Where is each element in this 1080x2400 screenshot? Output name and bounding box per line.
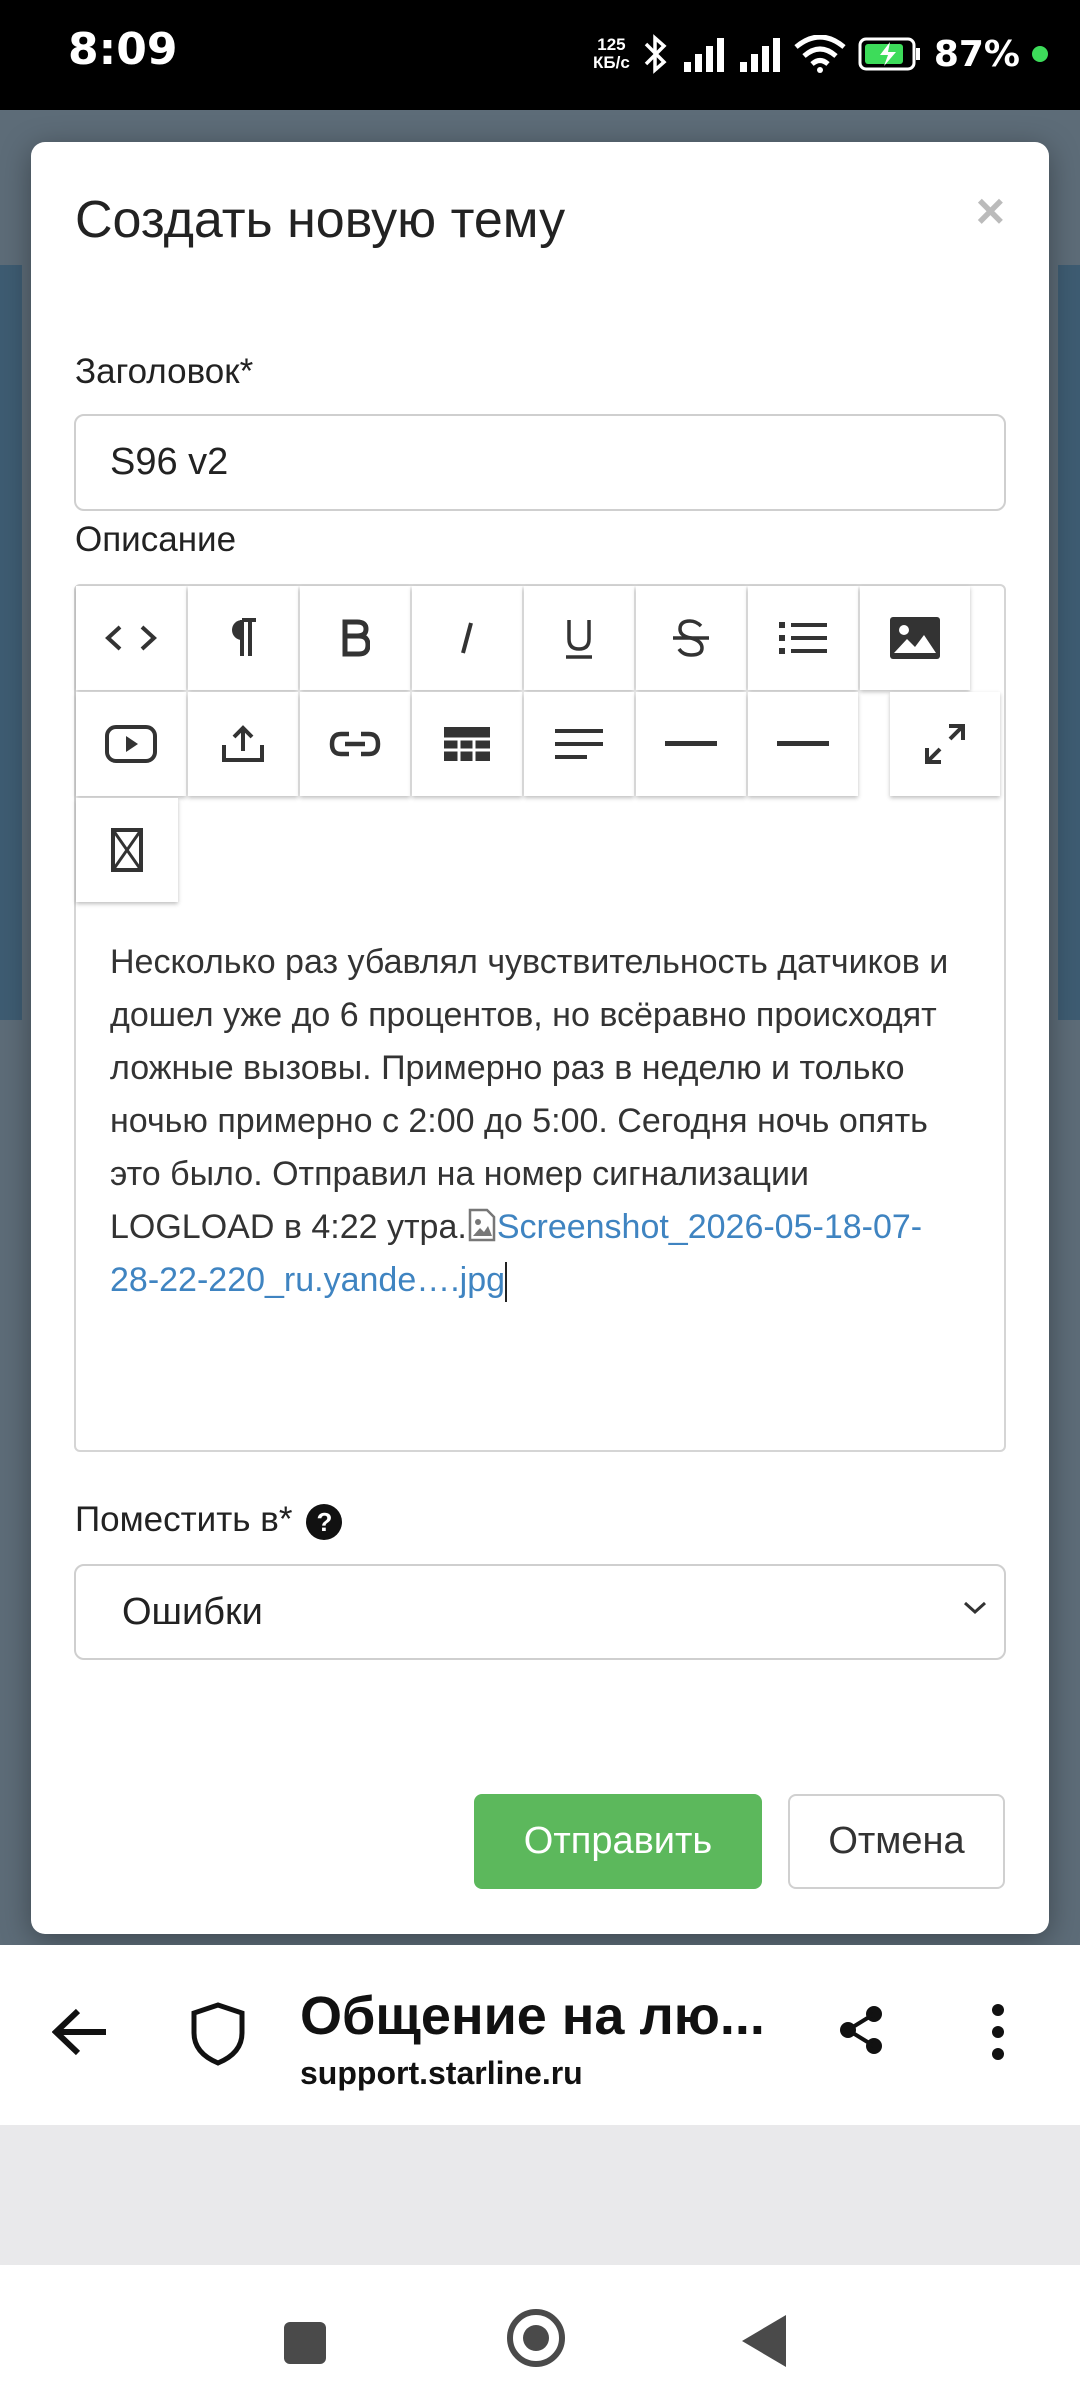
paragraph-icon: [232, 618, 256, 656]
browser-toolbar: Общение на лю... support.starline.ru: [0, 1945, 1080, 2125]
status-bar: 8:09 125 КБ/с 87%: [0, 0, 1080, 110]
video-icon: [105, 725, 157, 763]
battery-level: 87%: [933, 33, 1020, 75]
insert-table-button[interactable]: [412, 692, 522, 796]
close-icon[interactable]: ×: [976, 182, 1005, 240]
recent-apps-icon[interactable]: [284, 2322, 326, 2364]
description-label: Описание: [75, 520, 237, 559]
required-mark: *: [239, 352, 254, 391]
page-domain: support.starline.ru: [300, 2055, 583, 2091]
bold-icon: [342, 619, 370, 657]
rich-text-editor: Несколько раз убавлял чувствительность д…: [74, 584, 1006, 1452]
title-field-label: Заголовок*: [75, 352, 253, 392]
signal-icon: [739, 38, 780, 72]
strikethrough-button[interactable]: [636, 586, 746, 690]
horizontal-rule-button[interactable]: [636, 692, 746, 796]
wifi-icon: [794, 35, 846, 73]
status-icons: 125 КБ/с 87%: [593, 24, 1048, 84]
image-icon: [890, 617, 940, 659]
category-selected-value: Ошибки: [122, 1591, 263, 1633]
category-select[interactable]: Ошибки: [74, 1564, 1006, 1660]
title-input[interactable]: S96 v2: [74, 414, 1006, 511]
expand-icon: [925, 724, 965, 764]
code-view-button[interactable]: [76, 586, 186, 690]
more-vert-icon[interactable]: [990, 2003, 1006, 2061]
text-cursor: [505, 1262, 508, 1303]
clear-format-button[interactable]: [76, 798, 178, 902]
network-speed-value: 125: [597, 35, 626, 54]
page-title: Общение на лю...: [300, 1986, 765, 2046]
insert-link-button[interactable]: [300, 692, 410, 796]
insert-picture-button[interactable]: [860, 586, 970, 690]
help-icon[interactable]: ?: [306, 1503, 343, 1540]
bottom-spacer: [0, 2125, 1080, 2265]
table-icon: [444, 727, 490, 761]
insert-video-button[interactable]: [76, 692, 186, 796]
paragraph-button[interactable]: [188, 586, 298, 690]
fullscreen-button[interactable]: [890, 692, 1000, 796]
link-icon: [329, 731, 381, 757]
title-label-text: Заголовок: [75, 352, 240, 391]
strikethrough-icon: [673, 619, 709, 657]
network-speed-unit: КБ/с: [593, 53, 630, 72]
modal-title: Создать новую тему: [75, 191, 566, 249]
horizontal-rule-button[interactable]: [748, 692, 858, 796]
italic-button[interactable]: [412, 586, 522, 690]
navigation-bar: [0, 2265, 1080, 2400]
code-icon: [105, 625, 157, 651]
battery-charging-icon: [858, 37, 920, 71]
chevron-down-icon: [963, 1601, 987, 1615]
back-arrow-icon[interactable]: [52, 2007, 108, 2057]
underline-button[interactable]: [524, 586, 634, 690]
background-strip: [0, 670, 22, 1020]
list-icon: [779, 622, 827, 654]
network-speed: 125 КБ/с: [593, 36, 630, 72]
required-mark: *: [278, 1500, 293, 1539]
horizontal-rule-icon: [777, 741, 829, 746]
background-strip: [1058, 670, 1080, 1020]
shield-icon[interactable]: [188, 2001, 248, 2067]
privacy-indicator-icon: [1032, 46, 1048, 62]
home-icon[interactable]: [507, 2309, 565, 2367]
back-triangle-icon[interactable]: [742, 2315, 786, 2367]
align-button[interactable]: [524, 692, 634, 796]
upload-icon: [222, 725, 264, 762]
bluetooth-icon: [644, 34, 667, 74]
align-left-icon: [555, 729, 603, 759]
place-in-label-text: Поместить в: [75, 1500, 279, 1539]
underline-icon: [566, 620, 592, 659]
image-file-icon: [468, 1208, 496, 1242]
clock: 8:09: [68, 24, 178, 75]
italic-icon: [461, 622, 473, 654]
submit-button[interactable]: Отправить: [474, 1794, 762, 1889]
place-in-label: Поместить в*?: [75, 1500, 343, 1540]
editor-content[interactable]: Несколько раз убавлял чувствительность д…: [110, 936, 970, 1307]
create-topic-modal: Создать новую тему × Заголовок* S96 v2 О…: [31, 142, 1049, 1934]
unordered-list-button[interactable]: [748, 586, 858, 690]
horizontal-rule-icon: [665, 741, 717, 746]
share-icon[interactable]: [838, 2005, 884, 2055]
cancel-button[interactable]: Отмена: [788, 1794, 1005, 1889]
signal-icon: [683, 38, 724, 72]
description-text: Несколько раз убавлял чувствительность д…: [110, 943, 949, 1246]
eraser-icon: [111, 828, 143, 872]
upload-button[interactable]: [188, 692, 298, 796]
bold-button[interactable]: [300, 586, 410, 690]
